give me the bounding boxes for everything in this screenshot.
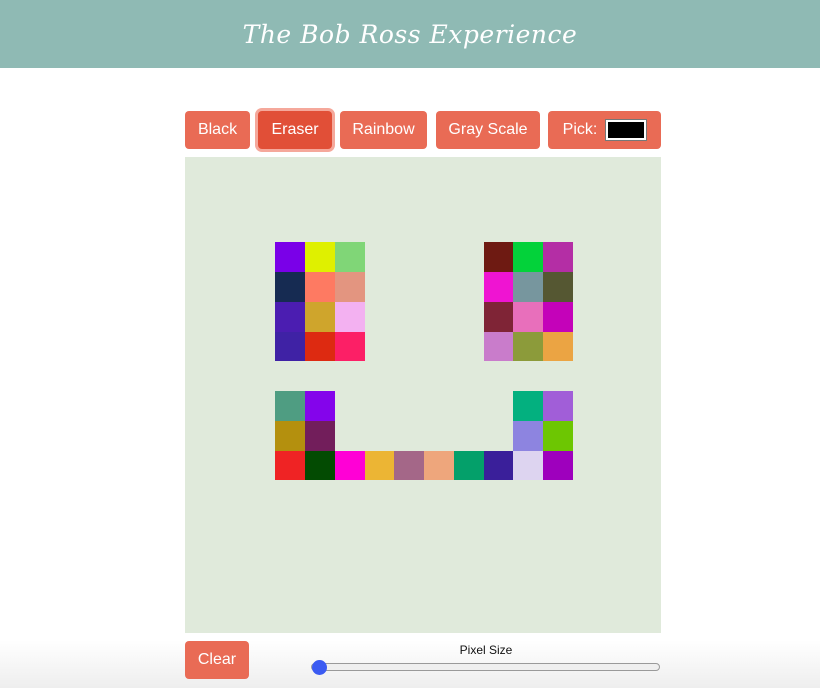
canvas-pixel[interactable] [453, 450, 484, 481]
canvas-pixel[interactable] [305, 450, 335, 481]
canvas-pixel[interactable] [483, 272, 514, 302]
canvas-pixel[interactable] [543, 420, 573, 451]
drawing-canvas[interactable] [185, 157, 661, 633]
canvas-pixel[interactable] [275, 242, 305, 272]
canvas-pixel[interactable] [394, 450, 424, 481]
page-title: The Bob Ross Experience [242, 19, 578, 49]
canvas-pixel[interactable] [305, 272, 335, 302]
canvas-pixel[interactable] [275, 331, 305, 362]
canvas-pixel[interactable] [334, 242, 365, 272]
canvas-pixel[interactable] [334, 450, 365, 481]
pixel-size-slider-thumb[interactable] [312, 660, 327, 675]
canvas-pixel[interactable] [513, 242, 543, 272]
canvas-pixel[interactable] [305, 331, 335, 362]
canvas-pixel[interactable] [275, 301, 305, 332]
canvas-pixel[interactable] [513, 331, 543, 362]
canvas-pixel[interactable] [543, 450, 573, 481]
canvas-pixel[interactable] [424, 450, 454, 481]
canvas-pixel[interactable] [483, 301, 514, 332]
pixel-size-slider[interactable] [311, 663, 660, 671]
pixel-size-label: Pixel Size [459, 643, 513, 657]
canvas-pixel[interactable] [543, 242, 573, 272]
canvas-pixel[interactable] [334, 331, 365, 362]
canvas-pixel[interactable] [305, 242, 335, 272]
canvas-pixel[interactable] [483, 242, 514, 272]
canvas-pixel[interactable] [543, 272, 573, 302]
canvas-pixel[interactable] [513, 301, 543, 332]
grayscale-button[interactable]: Gray Scale [436, 111, 540, 149]
canvas-pixel[interactable] [543, 331, 573, 362]
canvas-pixel[interactable] [334, 301, 365, 332]
canvas-pixel[interactable] [513, 420, 543, 451]
rainbow-button[interactable]: Rainbow [340, 111, 427, 149]
color-picker-swatch[interactable] [605, 119, 648, 141]
canvas-pixel[interactable] [543, 301, 573, 332]
clear-button[interactable]: Clear [185, 641, 249, 679]
canvas-pixel[interactable] [483, 450, 514, 481]
canvas-pixel[interactable] [513, 450, 543, 481]
canvas-pixel[interactable] [483, 331, 514, 362]
canvas-pixel[interactable] [275, 450, 305, 481]
app-header: The Bob Ross Experience [0, 0, 820, 68]
canvas-pixel[interactable] [275, 420, 305, 451]
canvas-pixel[interactable] [305, 301, 335, 332]
canvas-pixel[interactable] [543, 391, 573, 421]
canvas-pixel[interactable] [513, 391, 543, 421]
canvas-pixel[interactable] [513, 272, 543, 302]
pick-label: Pick: [562, 121, 598, 138]
eraser-button[interactable]: Eraser [258, 111, 332, 149]
canvas-pixel[interactable] [275, 391, 305, 421]
canvas-pixel[interactable] [305, 420, 335, 451]
black-button[interactable]: Black [185, 111, 250, 149]
canvas-pixel[interactable] [305, 391, 335, 421]
canvas-pixel[interactable] [275, 272, 305, 302]
pick-color-button[interactable]: Pick: [548, 111, 661, 149]
canvas-pixel[interactable] [364, 450, 395, 481]
canvas-pixel[interactable] [334, 272, 365, 302]
